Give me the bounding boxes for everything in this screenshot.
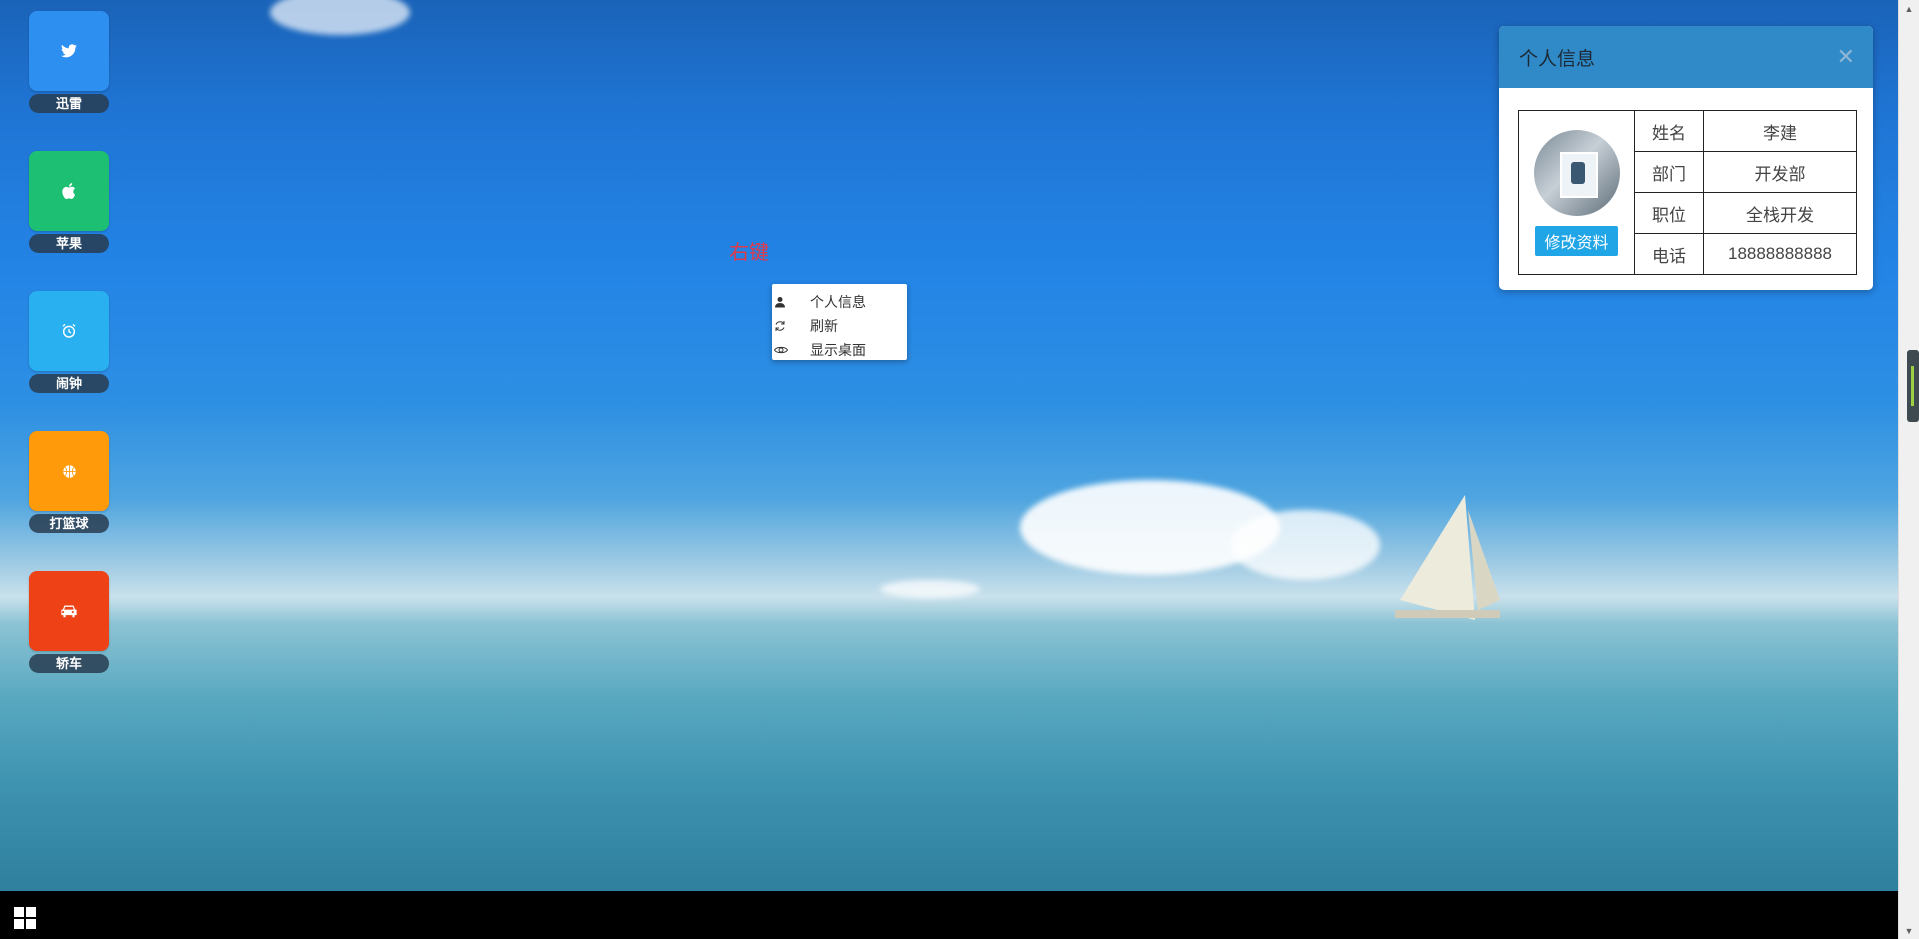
context-menu-item-refresh[interactable]: 刷新 — [772, 314, 907, 338]
context-menu: 个人信息 刷新 显示桌面 — [772, 284, 907, 360]
alarm-clock-icon — [29, 291, 109, 371]
desktop-icon-alarm[interactable]: 闹钟 — [29, 291, 109, 393]
context-menu-item-show-desktop[interactable]: 显示桌面 — [772, 338, 907, 362]
cloud-top — [270, 0, 410, 35]
field-label-phone: 电话 — [1634, 233, 1704, 275]
twitter-bird-icon — [29, 11, 109, 91]
refresh-icon — [772, 320, 810, 332]
field-label-position: 职位 — [1634, 192, 1704, 234]
desktop-icon-apple[interactable]: 苹果 — [29, 151, 109, 253]
sailboat-image — [1395, 495, 1500, 620]
cloud-bank-2 — [1230, 510, 1380, 580]
desktop-icon-car[interactable]: 轿车 — [29, 571, 109, 673]
desktop-icon-xunlei[interactable]: 迅雷 — [29, 11, 109, 113]
dialog-header: 个人信息 ✕ — [1499, 26, 1873, 88]
car-icon — [29, 571, 109, 651]
personal-info-table: 修改资料 姓名 李建 部门 开发部 职位 全栈开发 电话 18888888888 — [1518, 110, 1857, 275]
field-value-name: 李建 — [1703, 110, 1857, 152]
vertical-scrollbar[interactable]: ▲ ▼ — [1898, 0, 1919, 939]
apple-icon — [29, 151, 109, 231]
context-menu-item-label: 刷新 — [810, 318, 838, 334]
personal-info-dialog: 个人信息 ✕ 修改资料 姓名 李建 部门 开发部 职位 全栈开发 电话 1888… — [1499, 26, 1873, 290]
right-click-hint-text: 右键 — [729, 242, 769, 264]
desktop-background[interactable]: 迅雷 苹果 闹钟 打篮球 轿车 右键 个人信息 刷新 显示桌面 个人信息 ✕ 修… — [0, 0, 1898, 891]
context-menu-item-label: 个人信息 — [810, 294, 866, 310]
user-icon — [772, 296, 810, 308]
field-label-department: 部门 — [1634, 151, 1704, 193]
desktop-icon-label: 闹钟 — [29, 374, 109, 393]
scrollbar-thumb[interactable] — [1907, 350, 1919, 422]
close-icon[interactable]: ✕ — [1837, 46, 1855, 68]
field-value-department: 开发部 — [1703, 151, 1857, 193]
windows-start-icon[interactable] — [14, 907, 36, 929]
context-menu-item-label: 显示桌面 — [810, 342, 866, 358]
basketball-icon — [29, 431, 109, 511]
context-menu-item-profile[interactable]: 个人信息 — [772, 290, 907, 314]
dialog-title: 个人信息 — [1519, 48, 1596, 70]
eye-icon — [772, 345, 810, 355]
field-value-position: 全栈开发 — [1703, 192, 1857, 234]
taskbar — [0, 891, 1898, 939]
field-value-phone: 18888888888 — [1703, 233, 1857, 275]
avatar-cell: 修改资料 — [1518, 110, 1635, 275]
desktop-icon-label: 打篮球 — [29, 514, 109, 533]
scroll-down-arrow-icon[interactable]: ▼ — [1899, 922, 1919, 939]
edit-profile-button[interactable]: 修改资料 — [1535, 225, 1618, 256]
desktop-icon-label: 苹果 — [29, 234, 109, 253]
avatar — [1533, 129, 1620, 216]
field-label-name: 姓名 — [1634, 110, 1704, 152]
desktop-icon-label: 迅雷 — [29, 94, 109, 113]
cloud-small — [880, 580, 980, 598]
scroll-up-arrow-icon[interactable]: ▲ — [1899, 0, 1919, 17]
desktop-icon-label: 轿车 — [29, 654, 109, 673]
desktop-icon-basketball[interactable]: 打篮球 — [29, 431, 109, 533]
table-row: 修改资料 姓名 李建 — [1518, 110, 1857, 275]
